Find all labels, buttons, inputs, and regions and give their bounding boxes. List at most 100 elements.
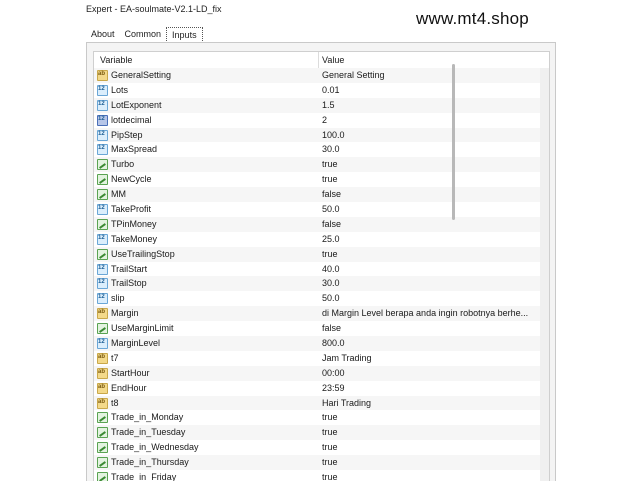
variable-name: t8: [111, 397, 119, 408]
table-row[interactable]: MaxSpread 30.0: [94, 142, 540, 158]
boolean-type-icon: [97, 218, 108, 230]
value-column-header[interactable]: Value: [322, 55, 344, 65]
string-type-icon: [97, 367, 108, 379]
variable-name: Trade_in_Thursday: [111, 457, 189, 468]
variable-value[interactable]: 40.0: [322, 264, 540, 274]
string-type-icon: [97, 397, 108, 409]
number-type-icon: [97, 144, 108, 156]
variable-value[interactable]: 00:00: [322, 368, 540, 378]
table-row[interactable]: Trade_in_Tuesday true: [94, 425, 540, 441]
variable-value[interactable]: 100.0: [322, 130, 540, 140]
variable-value[interactable]: true: [322, 412, 540, 422]
variable-name: Trade_in_Tuesday: [111, 427, 186, 438]
table-row[interactable]: NewCycle true: [94, 172, 540, 188]
table-row[interactable]: t8 Hari Trading: [94, 395, 540, 411]
watermark-text: www.mt4.shop: [416, 9, 529, 28]
variable-name: MarginLevel: [111, 338, 161, 349]
boolean-type-icon: [97, 427, 108, 439]
table-row[interactable]: Trade_in_Monday true: [94, 410, 540, 426]
variable-value[interactable]: 23:59: [322, 383, 540, 393]
variable-name: Trade_in_Monday: [111, 412, 184, 423]
variable-value[interactable]: Hari Trading: [322, 398, 540, 408]
boolean-type-icon: [97, 442, 108, 454]
variable-value[interactable]: 2: [322, 115, 540, 125]
variable-value[interactable]: 30.0: [322, 278, 540, 288]
vertical-scrollbar[interactable]: [540, 68, 549, 481]
boolean-type-icon: [97, 159, 108, 171]
variable-name: Lots: [111, 84, 129, 95]
table-row[interactable]: MarginLevel 800.0: [94, 336, 540, 351]
table-row[interactable]: lotdecimal 2: [94, 112, 540, 128]
variable-value[interactable]: 0.01: [322, 85, 540, 95]
table-row[interactable]: t7 Jam Trading: [94, 350, 540, 366]
variable-value[interactable]: true: [322, 457, 540, 467]
table-row[interactable]: LotExponent 1.5: [94, 97, 540, 113]
table-row[interactable]: TPinMoney false: [94, 216, 540, 232]
variable-value[interactable]: 1.5: [322, 100, 540, 110]
table-row[interactable]: Trade_in_Friday true: [94, 470, 540, 481]
table-row[interactable]: TrailStop 30.0: [94, 276, 540, 292]
variable-value[interactable]: General Setting: [322, 70, 540, 80]
table-row[interactable]: PipStep 100.0: [94, 127, 540, 143]
table-row[interactable]: UseMarginLimit false: [94, 321, 540, 337]
variable-value[interactable]: true: [322, 442, 540, 452]
table-row[interactable]: TrailStart 40.0: [94, 261, 540, 277]
variable-value[interactable]: true: [322, 249, 540, 259]
string-type-icon: [97, 352, 108, 364]
number-type-icon: [97, 293, 108, 305]
table-row[interactable]: EndHour 23:59: [94, 380, 540, 396]
scrollbar-thumb[interactable]: [452, 64, 455, 220]
variable-value[interactable]: di Margin Level berapa anda ingin robotn…: [322, 308, 540, 318]
table-header: Variable Value: [94, 52, 549, 69]
variable-name: t7: [111, 352, 119, 363]
table-row[interactable]: TakeMoney 25.0: [94, 231, 540, 247]
variable-name: TakeProfit: [111, 204, 152, 215]
table-row[interactable]: Trade_in_Thursday true: [94, 455, 540, 471]
number-type-icon: [97, 263, 108, 275]
variable-name: LotExponent: [111, 99, 162, 110]
number-type-icon: [97, 99, 108, 111]
tab-common[interactable]: Common: [120, 27, 167, 43]
table-row[interactable]: MM false: [94, 187, 540, 203]
variable-name: TPinMoney: [111, 218, 157, 229]
tab-about[interactable]: About: [86, 27, 120, 43]
variable-value[interactable]: 50.0: [322, 293, 540, 303]
table-row[interactable]: Trade_in_Wednesday true: [94, 440, 540, 456]
table-row[interactable]: slip 50.0: [94, 291, 540, 307]
table-row[interactable]: StartHour 00:00: [94, 365, 540, 381]
variable-name: MaxSpread: [111, 144, 158, 155]
variable-name: NewCycle: [111, 174, 152, 185]
string-type-icon: [97, 382, 108, 394]
number-type-icon: [97, 129, 108, 141]
table-row[interactable]: Turbo true: [94, 157, 540, 173]
variable-value[interactable]: 800.0: [322, 338, 540, 348]
variable-value[interactable]: false: [322, 189, 540, 199]
variable-name: TrailStop: [111, 278, 147, 289]
variable-value[interactable]: true: [322, 174, 540, 184]
variable-value[interactable]: Jam Trading: [322, 353, 540, 363]
column-divider[interactable]: [318, 52, 319, 68]
variable-value[interactable]: 30.0: [322, 144, 540, 154]
table-row[interactable]: Margin di Margin Level berapa anda ingin …: [94, 306, 540, 322]
variable-name: Margin: [111, 308, 139, 319]
table-row[interactable]: TakeProfit 50.0: [94, 202, 540, 217]
variable-column-header[interactable]: Variable: [100, 55, 132, 65]
variable-name: TrailStart: [111, 263, 148, 274]
variable-name: StartHour: [111, 367, 150, 378]
boolean-type-icon: [97, 412, 108, 424]
variable-value[interactable]: false: [322, 323, 540, 333]
tab-bar: About Common Inputs: [86, 27, 203, 43]
boolean-type-icon: [97, 248, 108, 260]
variable-value[interactable]: true: [322, 159, 540, 169]
table-row[interactable]: GeneralSetting General Setting: [94, 68, 540, 83]
tab-inputs[interactable]: Inputs: [166, 27, 203, 43]
table-row[interactable]: Lots 0.01: [94, 82, 540, 98]
variable-value[interactable]: true: [322, 427, 540, 437]
variable-value[interactable]: 25.0: [322, 234, 540, 244]
table-row[interactable]: UseTrailingStop true: [94, 246, 540, 262]
variable-value[interactable]: 50.0: [322, 204, 540, 214]
table-body: GeneralSettingGeneral SettingLots0.01Lot…: [94, 68, 540, 481]
variable-value[interactable]: false: [322, 219, 540, 229]
variable-name: Turbo: [111, 159, 135, 170]
variable-name: slip: [111, 293, 125, 304]
